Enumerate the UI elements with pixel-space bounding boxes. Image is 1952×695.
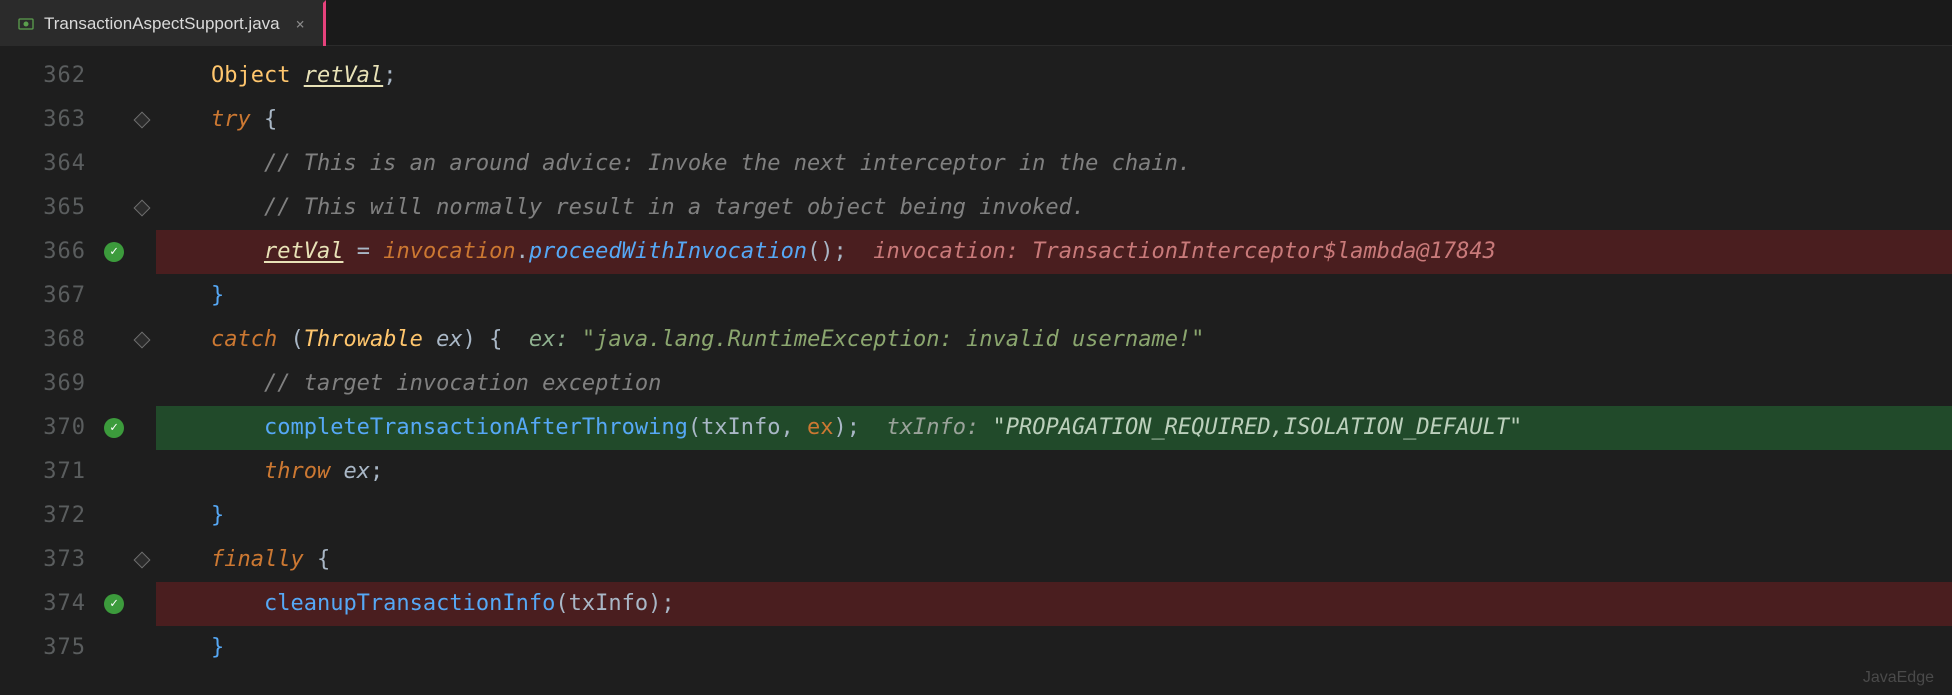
method-token: proceedWithInvocation (529, 239, 807, 264)
tab-label: TransactionAspectSupport.java (44, 14, 280, 34)
breakpoint-gutter[interactable]: ✓ (100, 242, 128, 262)
breakpoint-icon[interactable]: ✓ (104, 418, 124, 438)
code-line[interactable]: 366 ✓ retVal = invocation.proceedWithInv… (0, 230, 1952, 274)
fold-marker-icon[interactable] (134, 112, 151, 129)
code-line[interactable]: 365 // This will normally result in a ta… (0, 186, 1952, 230)
code-content[interactable]: completeTransactionAfterThrowing(txInfo,… (156, 406, 1952, 450)
code-content[interactable]: // This will normally result in a target… (156, 186, 1952, 230)
fold-marker-icon[interactable] (134, 332, 151, 349)
keyword-token: finally (211, 547, 317, 572)
variable-token: ex (807, 415, 834, 440)
variable-token: ex (343, 459, 370, 484)
type-token: Throwable (304, 327, 436, 352)
method-token: completeTransactionAfterThrowing (264, 415, 688, 440)
line-number: 368 (0, 318, 100, 362)
variable-token: txInfo (569, 591, 648, 616)
close-icon[interactable]: × (296, 15, 305, 33)
code-line[interactable]: 363 try { (0, 98, 1952, 142)
line-number: 370 (0, 406, 100, 450)
code-content[interactable]: } (156, 274, 1952, 318)
inline-hint-label: ex: (502, 327, 581, 352)
code-content[interactable]: retVal = invocation.proceedWithInvocatio… (156, 230, 1952, 274)
code-content[interactable]: } (156, 494, 1952, 538)
tab-bar: TransactionAspectSupport.java × (0, 0, 1952, 46)
code-line[interactable]: 374 ✓ cleanupTransactionInfo(txInfo); (0, 582, 1952, 626)
variable-token: retVal (304, 63, 383, 88)
line-number: 374 (0, 582, 100, 626)
line-number: 363 (0, 98, 100, 142)
watermark: JavaEdge (1863, 669, 1934, 687)
code-content[interactable]: Object retVal; (156, 54, 1952, 98)
line-number: 372 (0, 494, 100, 538)
code-line[interactable]: 375 } (0, 626, 1952, 670)
keyword-token: throw (264, 459, 343, 484)
fold-marker-icon[interactable] (134, 552, 151, 569)
line-number: 362 (0, 54, 100, 98)
inline-hint-value: TransactionInterceptor$lambda@17843 (1032, 239, 1496, 264)
code-content[interactable]: cleanupTransactionInfo(txInfo); (156, 582, 1952, 626)
code-line[interactable]: 370 ✓ completeTransactionAfterThrowing(t… (0, 406, 1952, 450)
breakpoint-gutter[interactable]: ✓ (100, 418, 128, 438)
code-content[interactable]: throw ex; (156, 450, 1952, 494)
code-line[interactable]: 373 finally { (0, 538, 1952, 582)
inline-hint-value: "PROPAGATION_REQUIRED,ISOLATION_DEFAULT" (993, 415, 1523, 440)
line-number: 367 (0, 274, 100, 318)
variable-token: txInfo (701, 415, 780, 440)
line-number: 375 (0, 626, 100, 670)
code-line[interactable]: 372 } (0, 494, 1952, 538)
code-line[interactable]: 369 // target invocation exception (0, 362, 1952, 406)
type-token: Object (211, 63, 304, 88)
comment-token: // This is an around advice: Invoke the … (264, 151, 1191, 176)
variable-token: retVal (264, 239, 343, 264)
variable-token: ex (436, 327, 463, 352)
breakpoint-gutter[interactable]: ✓ (100, 594, 128, 614)
code-content[interactable]: finally { (156, 538, 1952, 582)
line-number: 366 (0, 230, 100, 274)
breakpoint-icon[interactable]: ✓ (104, 594, 124, 614)
comment-token: // This will normally result in a target… (264, 195, 1085, 220)
java-file-icon (18, 16, 34, 32)
code-content[interactable]: // target invocation exception (156, 362, 1952, 406)
method-token: cleanupTransactionInfo (264, 591, 555, 616)
comment-token: // target invocation exception (264, 371, 661, 396)
code-content[interactable]: catch (Throwable ex) { ex: "java.lang.Ru… (156, 318, 1952, 362)
code-line[interactable]: 371 throw ex; (0, 450, 1952, 494)
variable-token: invocation (383, 239, 515, 264)
code-line[interactable]: 368 catch (Throwable ex) { ex: "java.lan… (0, 318, 1952, 362)
fold-marker-icon[interactable] (134, 200, 151, 217)
line-number: 365 (0, 186, 100, 230)
inline-hint-label: txInfo: (860, 415, 992, 440)
code-editor[interactable]: 362 Object retVal; 363 try { 364 // This… (0, 46, 1952, 695)
line-number: 373 (0, 538, 100, 582)
code-content[interactable]: try { (156, 98, 1952, 142)
code-line[interactable]: 364 // This is an around advice: Invoke … (0, 142, 1952, 186)
code-content[interactable]: // This is an around advice: Invoke the … (156, 142, 1952, 186)
tab-file[interactable]: TransactionAspectSupport.java × (0, 0, 326, 46)
code-line[interactable]: 362 Object retVal; (0, 54, 1952, 98)
keyword-token: catch (211, 327, 290, 352)
breakpoint-icon[interactable]: ✓ (104, 242, 124, 262)
code-line[interactable]: 367 } (0, 274, 1952, 318)
line-number: 364 (0, 142, 100, 186)
code-content[interactable]: } (156, 626, 1952, 670)
line-number: 371 (0, 450, 100, 494)
inline-hint-value: "java.lang.RuntimeException: invalid use… (582, 327, 1205, 352)
line-number: 369 (0, 362, 100, 406)
keyword-token: try (211, 107, 264, 132)
inline-hint-label: invocation: (847, 239, 1032, 264)
